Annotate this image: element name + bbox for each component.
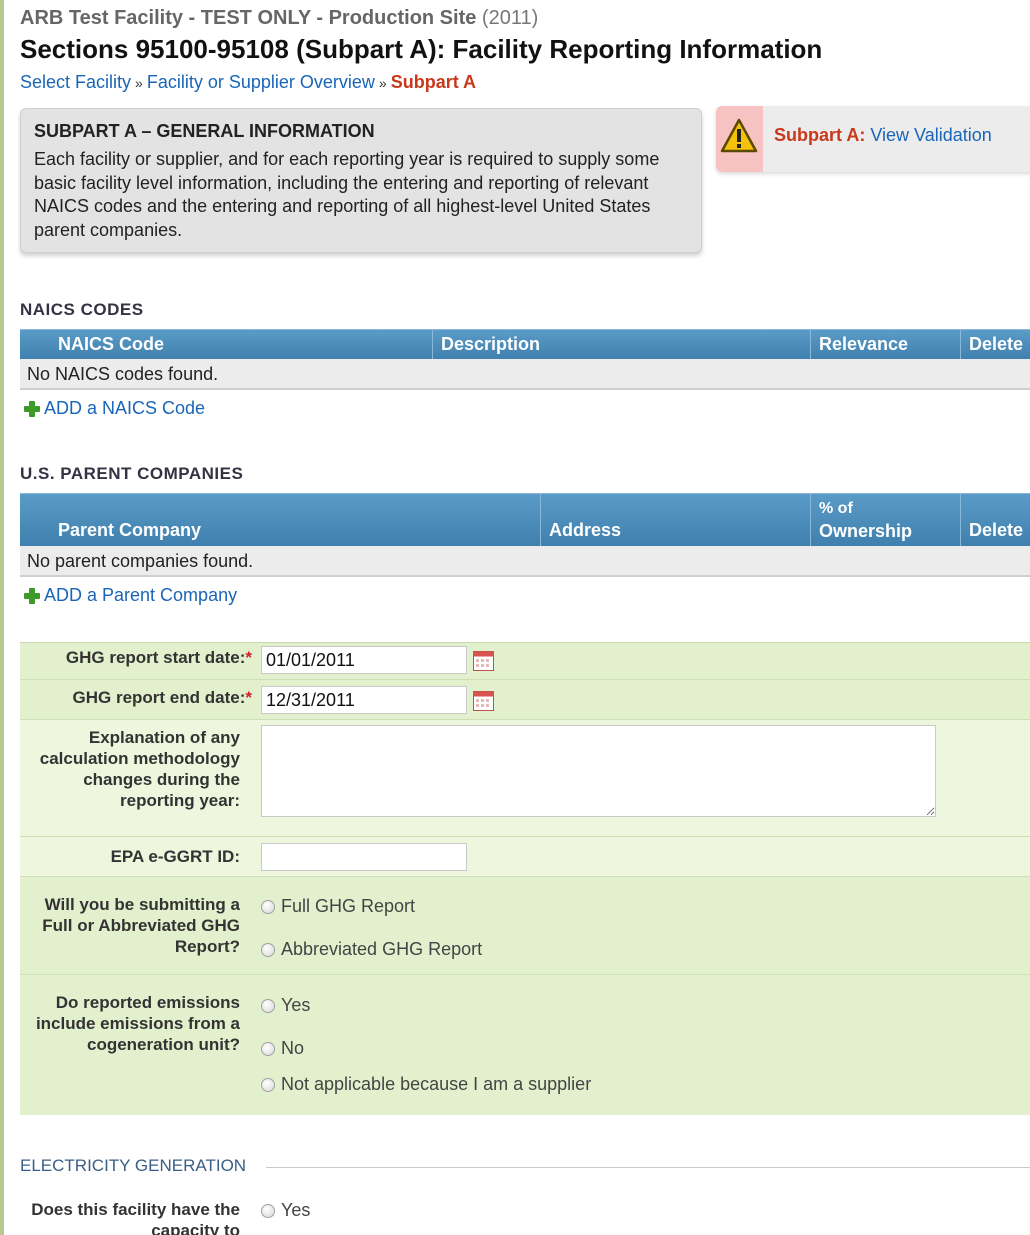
naics-col-delete: Delete — [960, 330, 1030, 359]
breadcrumb-current: Subpart A — [390, 72, 477, 92]
radio-circle — [261, 998, 275, 1013]
facility-reporting-form: GHG report start date:* GHG report end d… — [20, 642, 1030, 1115]
egrt-id-input[interactable] — [261, 843, 467, 871]
add-parent-company-link[interactable]: ADD a Parent Company — [24, 585, 237, 606]
electricity-capacity-label-text: Does this facility have the capacity to — [31, 1200, 240, 1235]
cogeneration-label: Do reported emissions include emissions … — [35, 993, 240, 1054]
naics-col-description[interactable]: Description — [432, 330, 810, 359]
add-icon — [24, 587, 40, 604]
cogeneration-yes-radio[interactable]: Yes — [261, 995, 310, 1016]
cogeneration-yes-label: Yes — [281, 995, 311, 1015]
explanation-label: Explanation of any calculation methodolo… — [39, 728, 240, 810]
validation-text: Subpart A: View Validation — [774, 125, 992, 146]
radio-circle — [261, 1203, 275, 1218]
egrt-label: EPA e-GGRT ID: — [110, 847, 240, 866]
radio-circle — [261, 1077, 275, 1092]
calendar-icon[interactable] — [473, 691, 494, 711]
breadcrumb-facility-overview[interactable]: Facility or Supplier Overview — [147, 72, 375, 92]
parent-col-ownership[interactable]: % of Ownership — [810, 494, 960, 546]
required-marker: * — [245, 648, 252, 667]
naics-section-heading: NAICS CODES — [20, 300, 144, 319]
cogeneration-na-radio[interactable]: Not applicable because I am a supplier — [261, 1074, 591, 1095]
start-date-label: GHG report start date:* — [20, 647, 252, 668]
naics-empty-row: No NAICS codes found. — [20, 359, 1030, 390]
validation-panel: Subpart A: View Validation — [716, 106, 1030, 172]
validation-label: Subpart A: — [774, 125, 866, 145]
start-date-row: GHG report start date:* — [20, 643, 1030, 680]
parent-col-company[interactable]: Parent Company — [20, 494, 540, 546]
end-date-label: GHG report end date:* — [20, 687, 252, 708]
report-type-row: Will you be submitting a Full or Abbrevi… — [20, 877, 1030, 975]
site-title: ARB Test Facility - TEST ONLY - Producti… — [20, 7, 538, 30]
radio-circle — [261, 899, 275, 914]
parent-col-delete: Delete — [960, 494, 1030, 546]
add-icon — [24, 400, 40, 417]
explanation-textarea[interactable] — [261, 725, 936, 817]
fieldset-divider — [266, 1167, 1030, 1168]
page-title: Sections 95100-95108 (Subpart A): Facili… — [20, 34, 823, 64]
end-date-label-text: GHG report end date: — [72, 688, 246, 707]
parent-table-header: Parent Company Address % of Ownership De… — [20, 493, 1030, 546]
full-report-option-label: Full GHG Report — [281, 896, 416, 916]
general-info-text: Each facility or supplier, and for each … — [34, 149, 660, 240]
electricity-capacity-label: Does this facility have the capacity to — [20, 1199, 240, 1235]
egrt-row: EPA e-GGRT ID: — [20, 837, 1030, 877]
breadcrumb-separator: » — [135, 75, 143, 91]
general-info-box: SUBPART A – GENERAL INFORMATION Each fac… — [20, 108, 702, 253]
add-naics-label: ADD a NAICS Code — [44, 398, 206, 418]
naics-table-header: NAICS Code Description Relevance Delete — [20, 329, 1030, 359]
cogeneration-na-label: Not applicable because I am a supplier — [281, 1074, 592, 1094]
electricity-generation-legend: ELECTRICITY GENERATION — [20, 1156, 247, 1175]
naics-col-code[interactable]: NAICS Code — [20, 330, 432, 359]
parent-col-address[interactable]: Address — [540, 494, 810, 546]
validation-warning-pane — [716, 106, 763, 172]
cogeneration-row: Do reported emissions include emissions … — [20, 975, 1030, 1115]
full-report-radio[interactable]: Full GHG Report — [261, 896, 415, 917]
ownership-header-line2: Ownership — [819, 521, 913, 541]
report-type-label: Will you be submitting a Full or Abbrevi… — [42, 895, 240, 956]
abbreviated-report-radio[interactable]: Abbreviated GHG Report — [261, 939, 482, 960]
radio-circle — [261, 942, 275, 957]
cogeneration-no-radio[interactable]: No — [261, 1038, 304, 1059]
end-date-input[interactable] — [261, 686, 467, 714]
calendar-icon[interactable] — [473, 651, 494, 671]
warning-icon — [720, 118, 758, 153]
radio-circle — [261, 1041, 275, 1056]
parent-companies-heading: U.S. PARENT COMPANIES — [20, 464, 244, 483]
breadcrumb-separator: » — [378, 75, 387, 91]
left-rail — [0, 0, 4, 1235]
parent-empty-row: No parent companies found. — [20, 546, 1030, 577]
start-date-label-text: GHG report start date: — [65, 648, 246, 667]
abbreviated-report-option-label: Abbreviated GHG Report — [281, 939, 483, 959]
facility-name: ARB Test Facility - TEST ONLY - Producti… — [20, 7, 477, 29]
add-naics-code-link[interactable]: ADD a NAICS Code — [24, 398, 205, 419]
breadcrumb-select-facility[interactable]: Select Facility — [20, 72, 131, 92]
general-info-heading: SUBPART A – GENERAL INFORMATION — [34, 121, 375, 141]
required-marker: * — [245, 688, 252, 707]
electricity-yes-radio[interactable]: Yes — [261, 1200, 310, 1221]
cogeneration-no-label: No — [281, 1038, 305, 1058]
breadcrumb: Select Facility» Facility or Supplier Ove… — [20, 72, 476, 93]
end-date-row: GHG report end date:* — [20, 680, 1030, 720]
reporting-year: (2011) — [481, 7, 539, 29]
naics-col-relevance[interactable]: Relevance — [810, 330, 960, 359]
ownership-header-line1: % of — [819, 500, 853, 517]
view-validation-link[interactable]: View Validation — [870, 125, 991, 145]
start-date-input[interactable] — [261, 646, 467, 674]
electricity-yes-label: Yes — [281, 1200, 311, 1220]
add-parent-label: ADD a Parent Company — [44, 585, 238, 605]
